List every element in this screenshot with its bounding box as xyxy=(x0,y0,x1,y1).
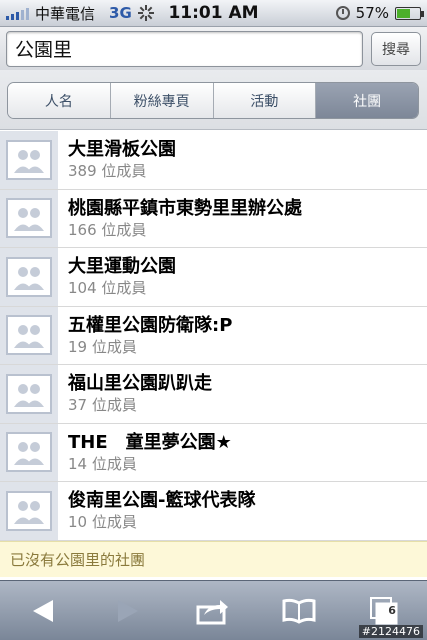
battery-percent: 57% xyxy=(355,4,389,22)
group-avatar-icon xyxy=(0,423,58,481)
member-count: 166 位成員 xyxy=(68,220,147,239)
group-name: 福山里公園趴趴走 xyxy=(68,373,212,394)
watermark-label: #2124476 xyxy=(358,625,423,638)
network-type: 3G xyxy=(109,4,132,22)
group-list-item[interactable]: 大里滑板公園 389 位成員 xyxy=(0,131,427,190)
group-list-item[interactable]: THE 童里夢公園★ 14 位成員 xyxy=(0,423,427,482)
carrier-name: 中華電信 xyxy=(35,4,96,23)
group-avatar-icon xyxy=(0,306,58,364)
tab-people[interactable]: 人名 xyxy=(8,83,111,118)
group-list-item[interactable]: 大里運動公園 104 位成員 xyxy=(0,248,427,307)
group-name: 大里運動公園 xyxy=(68,256,176,277)
status-bar: 中華電信 3G 11:01 AM 57% xyxy=(0,0,427,27)
category-tabs-bar: 人名 粉絲專頁 活動 社團 xyxy=(0,70,427,130)
results-list: 大里滑板公園 389 位成員桃園縣平鎮市東勢里里辦公處 166 位成員大里運動公園 1… xyxy=(0,131,427,541)
rotation-lock-icon xyxy=(335,6,350,20)
group-name: 桃園縣平鎮市東勢里里辦公處 xyxy=(68,197,302,219)
member-count: 37 位成員 xyxy=(68,396,137,414)
group-list-item[interactable]: 五權里公園防衛隊:P 19 位成員 xyxy=(0,306,427,365)
group-avatar-icon xyxy=(0,365,58,423)
forward-icon[interactable] xyxy=(98,589,158,633)
bookmarks-icon[interactable] xyxy=(269,589,329,633)
search-input[interactable] xyxy=(6,30,363,67)
member-count: 14 位成員 xyxy=(68,454,137,473)
browser-toolbar: 6 #2124476 xyxy=(0,580,427,640)
group-name: 五權里公園防衛隊:P xyxy=(68,314,233,336)
member-count: 10 位成員 xyxy=(68,513,137,531)
search-bar: 搜尋 xyxy=(0,27,427,70)
group-list-item[interactable]: 桃園縣平鎮市東勢里里辦公處 166 位成員 xyxy=(0,189,427,248)
group-avatar-icon xyxy=(0,189,58,247)
group-avatar-icon xyxy=(0,482,58,540)
no-more-results-note: 已沒有公園里的社團 xyxy=(0,541,427,577)
segmented-control: 人名 粉絲專頁 活動 社團 xyxy=(7,82,419,119)
member-count: 389 位成員 xyxy=(68,162,147,180)
group-list-item[interactable]: 俊南里公園-籃球代表隊 10 位成員 xyxy=(0,482,427,541)
search-button[interactable]: 搜尋 xyxy=(371,31,421,66)
tab-fan-pages[interactable]: 粉絲專頁 xyxy=(110,83,214,118)
share-icon[interactable] xyxy=(183,589,243,633)
group-avatar-icon xyxy=(0,131,58,189)
group-avatar-icon xyxy=(0,248,58,306)
battery-icon xyxy=(395,6,424,20)
member-count: 104 位成員 xyxy=(68,279,147,297)
signal-strength-icon xyxy=(6,6,29,20)
activity-spinner-icon xyxy=(137,5,154,21)
tab-groups[interactable]: 社團 xyxy=(316,83,418,118)
back-icon[interactable] xyxy=(13,589,73,633)
tab-events[interactable]: 活動 xyxy=(213,83,317,118)
member-count: 19 位成員 xyxy=(68,337,137,356)
group-name: THE 童里夢公園★ xyxy=(68,431,232,453)
open-tabs-count: 6 xyxy=(388,603,396,617)
group-name: 俊南里公園-籃球代表隊 xyxy=(68,490,256,511)
group-list-item[interactable]: 福山里公園趴趴走 37 位成員 xyxy=(0,365,427,424)
group-name: 大里滑板公園 xyxy=(68,139,176,160)
